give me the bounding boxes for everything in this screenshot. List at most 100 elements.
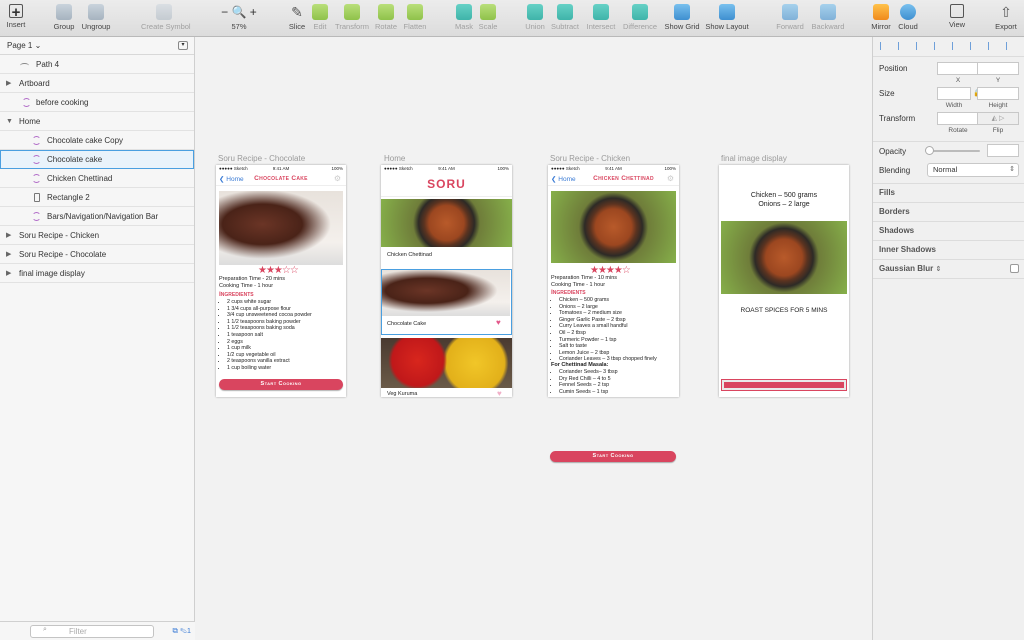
cloud-button[interactable]: Cloud [885, 3, 931, 35]
layer-row[interactable]: ▶ Artboard [0, 74, 194, 93]
progress-bar[interactable] [722, 380, 846, 390]
disclosure-icon[interactable]: ▼ [6, 112, 13, 131]
shadows-section[interactable]: Shadows [873, 221, 1024, 240]
align-toolbar [873, 37, 1024, 57]
flip-buttons[interactable]: ◭ ▷ [977, 112, 1019, 125]
layer-row[interactable]: Chocolate cake Copy [0, 131, 194, 150]
y-input[interactable] [977, 62, 1019, 75]
page-selector[interactable]: Page 1 ⌄ ▾ [0, 37, 194, 55]
selected-card[interactable]: Chocolate Cake ♥ [381, 269, 512, 335]
artboard-home[interactable]: ●●●●● Sketch 9:41 AM 100% SORU Chicken Che… [381, 165, 512, 397]
layer-row[interactable]: Bars/Navigation/Navigation Bar [0, 207, 194, 226]
rating-stars[interactable]: ★★★☆☆ [258, 266, 299, 276]
cloud-icon [900, 4, 916, 20]
path-icon [20, 63, 29, 68]
filter-input[interactable]: Filter [30, 625, 154, 638]
inner-shadows-section[interactable]: Inner Shadows [873, 240, 1024, 259]
artboard-label[interactable]: final image display [721, 154, 787, 163]
peppers-photo[interactable] [381, 338, 512, 388]
start-cooking-button[interactable]: Start Cooking [550, 451, 676, 462]
export-button[interactable]: ⇧ Export [983, 3, 1024, 35]
distribute-h-icon[interactable] [988, 42, 996, 50]
insert-button[interactable]: + Insert [0, 3, 39, 35]
gaussian-blur-section[interactable]: Gaussian Blur ⇕ [873, 259, 1024, 278]
borders-section[interactable]: Borders [873, 202, 1024, 221]
align-right-icon[interactable] [916, 42, 924, 50]
start-cooking-button[interactable]: Start Cooking [219, 379, 343, 390]
chicken-photo[interactable] [381, 199, 512, 247]
x-input[interactable] [937, 62, 979, 75]
align-center-icon[interactable] [898, 42, 906, 50]
artboard-label[interactable]: Soru Recipe - Chicken [550, 154, 630, 163]
instruction-text: ROAST SPICES FOR 5 MINS [740, 307, 828, 314]
symbol-icon [32, 136, 41, 145]
disclosure-icon[interactable]: ▶ [6, 245, 11, 264]
width-input[interactable] [937, 87, 971, 100]
flatten-button[interactable]: Flatten [392, 3, 438, 35]
opacity-label: Opacity [879, 147, 907, 156]
view-button[interactable]: View [934, 3, 980, 35]
zoom-in-button[interactable]: + [250, 5, 257, 19]
rotate-input[interactable] [937, 112, 979, 125]
gear-icon[interactable]: ⚙ [334, 174, 341, 183]
final-line: Onions – 2 large [758, 201, 810, 208]
plus-icon: + [9, 4, 23, 20]
heart-icon[interactable]: ♥ [496, 318, 501, 327]
navigation-bar: ❮ Home Chicken Chettinad ⚙ [548, 172, 679, 186]
x-label: X [955, 77, 961, 84]
ingredient-list: 2 cups white sugar1 3/4 cups all-purpose… [219, 299, 312, 372]
artboard-label[interactable]: Soru Recipe - Chocolate [218, 154, 305, 163]
layer-row[interactable]: before cooking [0, 93, 194, 112]
page-dropdown-icon[interactable]: ▾ [178, 41, 188, 50]
align-top-icon[interactable] [934, 42, 942, 50]
opacity-input[interactable] [987, 144, 1019, 157]
layer-row[interactable]: Path 4 [0, 55, 194, 74]
show-layout-button[interactable]: Show Layout [704, 3, 750, 35]
edited-count[interactable]: ⧉ ✎1 [173, 626, 191, 636]
artboard-label[interactable]: Home [384, 154, 405, 163]
difference-button[interactable]: Difference [617, 3, 663, 35]
align-left-icon[interactable] [880, 42, 888, 50]
ingredient-item: Ginger Garlic Paste – 2 tbsp [559, 317, 657, 324]
layer-row[interactable]: ▶ final image display [0, 264, 194, 283]
create-symbol-button[interactable]: Create Symbol [141, 3, 191, 35]
blending-select[interactable]: Normal ⇕ [927, 163, 1019, 177]
layer-row[interactable]: ▶ Soru Recipe - Chicken [0, 226, 194, 245]
layer-row[interactable]: Chicken Chettinad [0, 169, 194, 188]
artboard-chicken[interactable]: ●●●●● Sketch 9:41 AM 100% ❮ Home Chicken Ch… [548, 165, 679, 397]
layer-row-selected[interactable]: Chocolate cake [0, 150, 194, 169]
opacity-slider[interactable] [928, 150, 980, 152]
blur-checkbox[interactable] [1010, 264, 1019, 273]
height-input[interactable] [977, 87, 1019, 100]
ingredient-item: Onions – 2 large [559, 304, 657, 311]
artboard-chocolate[interactable]: ●●●●● Sketch 9:41 AM 100% ❮ Home Chocolate … [216, 165, 346, 397]
gear-icon[interactable]: ⚙ [667, 174, 674, 183]
align-bottom-icon[interactable] [970, 42, 978, 50]
backward-button[interactable]: Backward [805, 3, 851, 35]
heart-outline-icon[interactable]: ♥ [497, 389, 502, 397]
ingredient-item: Dry Red Chilli – 4 to 5 [559, 376, 618, 383]
artboard-final[interactable]: Chicken – 500 grams Onions – 2 large ROAS… [719, 165, 849, 397]
rotate-label: Rotate [948, 127, 968, 134]
fills-section[interactable]: Fills [873, 183, 1024, 202]
layer-row[interactable]: ▼ Home [0, 112, 194, 131]
ungroup-button[interactable]: Ungroup [73, 3, 119, 35]
zoom-control[interactable]: − 🔍 +57% [219, 3, 259, 35]
disclosure-icon[interactable]: ▶ [6, 74, 11, 93]
layer-row[interactable]: ▶ Soru Recipe - Chocolate [0, 245, 194, 264]
layer-row[interactable]: Rectangle 2 [0, 188, 194, 207]
scale-button[interactable]: Scale [465, 3, 511, 35]
zoom-icon: − 🔍 + [221, 5, 257, 19]
opacity-slider-handle[interactable] [925, 146, 934, 155]
ingredient-item: 1/2 cup vegetable oil [227, 352, 312, 359]
disclosure-icon[interactable]: ▶ [6, 226, 11, 245]
zoom-out-button[interactable]: − [221, 5, 228, 19]
canvas[interactable]: Soru Recipe - Chocolate ●●●●● Sketch 9:41… [195, 37, 872, 640]
status-bar: ●●●●● Sketch 9:41 AM 100% [551, 166, 676, 171]
ungroup-icon [88, 4, 104, 20]
distribute-v-icon[interactable] [1006, 42, 1014, 50]
disclosure-icon[interactable]: ▶ [6, 264, 11, 283]
align-middle-icon[interactable] [952, 42, 960, 50]
symbol-icon [32, 212, 41, 221]
show-grid-button[interactable]: Show Grid [659, 3, 705, 35]
